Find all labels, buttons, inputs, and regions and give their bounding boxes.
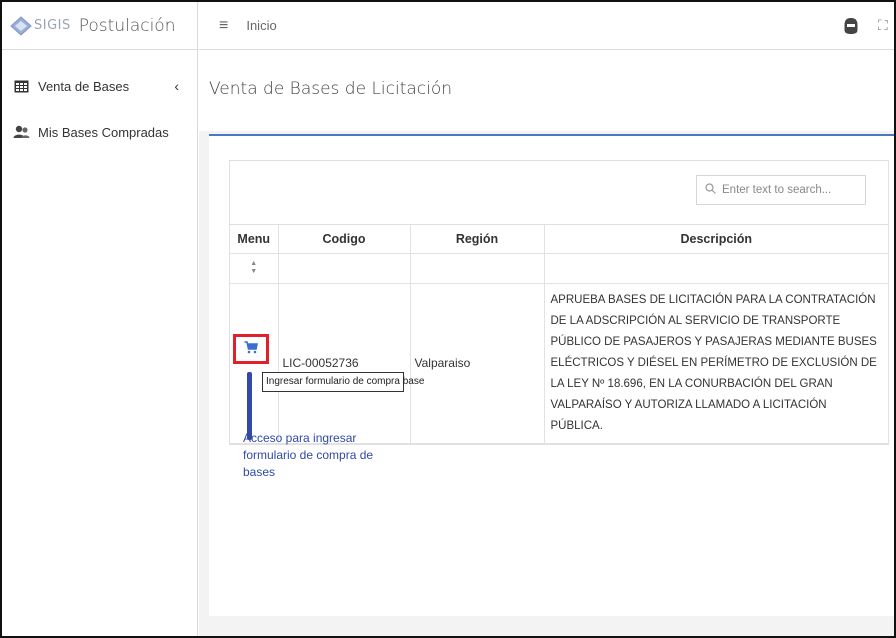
sidebar-item-label: Mis Bases Compradas xyxy=(38,124,169,140)
annotation-text: Acceso para ingresar formulario de compr… xyxy=(243,431,374,479)
column-header-menu[interactable]: Menu xyxy=(230,225,279,254)
sidebar-item-mis-bases-compradas[interactable]: Mis Bases Compradas xyxy=(2,114,197,150)
menu-cell: Ingresar formulario de compra base xyxy=(230,283,424,444)
content-card: Enter text to search... Menu Codigo Regi… xyxy=(209,134,894,616)
bases-table: Menu Codigo Región Descripción ▲ ▼ Ingre… xyxy=(230,225,888,444)
topbar: ≡ Inicio ⛶ xyxy=(199,2,894,50)
sort-control[interactable]: ▲ ▼ xyxy=(230,253,279,284)
codigo-cell: LIC-00052736 xyxy=(278,283,411,444)
buy-bases-button[interactable] xyxy=(233,333,269,364)
search-input[interactable]: Enter text to search... xyxy=(696,175,866,205)
data-table-container: Enter text to search... Menu Codigo Regi… xyxy=(229,160,889,445)
chevron-left-icon[interactable]: ‹ xyxy=(174,78,179,94)
search-placeholder: Enter text to search... xyxy=(722,184,832,196)
sigis-logo-text: SIGIS xyxy=(34,18,71,33)
page-header: Venta de Bases de Licitación xyxy=(199,51,894,131)
sigis-logo-icon xyxy=(10,15,32,36)
main-content: Venta de Bases de Licitación Enter text … xyxy=(199,51,894,636)
column-header-region[interactable]: Región xyxy=(410,225,545,254)
descripcion-cell: APRUEBA BASES DE LICITACIÓN PARA LA CONT… xyxy=(544,283,888,444)
column-header-descripcion[interactable]: Descripción xyxy=(544,225,888,254)
column-header-codigo[interactable]: Codigo xyxy=(278,225,411,254)
table-toolbar: Enter text to search... xyxy=(230,161,888,225)
table-grid-icon xyxy=(12,79,30,93)
brand[interactable]: SIGIS Postulación xyxy=(2,2,197,50)
shopping-cart-icon xyxy=(244,340,258,357)
sidebar-item-label: Venta de Bases xyxy=(38,78,130,94)
filter-cell xyxy=(278,253,411,284)
cart-tooltip: Ingresar formulario de compra base xyxy=(262,371,424,392)
sidebar-item-venta-de-bases[interactable]: Venta de Bases ‹ xyxy=(2,68,197,104)
filter-cell xyxy=(544,253,888,284)
search-icon xyxy=(705,183,716,197)
filter-row: ▲ ▼ xyxy=(230,253,888,284)
table-header-row: Menu Codigo Región Descripción xyxy=(230,225,888,254)
breadcrumb[interactable]: Inicio xyxy=(246,18,276,33)
sort-arrows-icon[interactable]: ▲ ▼ xyxy=(230,260,278,276)
hamburger-menu-icon[interactable]: ≡ xyxy=(219,17,228,35)
fullscreen-icon[interactable]: ⛶ xyxy=(878,17,892,33)
page-title: Venta de Bases de Licitación xyxy=(209,79,453,99)
app-window: SIGIS Postulación Venta de Bases ‹ Mis B… xyxy=(0,0,896,638)
region-cell: Valparaiso xyxy=(410,283,545,444)
sigis-logo: SIGIS xyxy=(10,15,71,36)
filter-cell xyxy=(410,253,545,284)
sidebar: SIGIS Postulación Venta de Bases ‹ Mis B… xyxy=(2,2,198,636)
users-icon xyxy=(12,125,30,139)
table-row: Ingresar formulario de compra base LIC-0… xyxy=(230,283,888,444)
app-title: Postulación xyxy=(78,15,176,36)
user-account-icon[interactable] xyxy=(842,17,860,35)
